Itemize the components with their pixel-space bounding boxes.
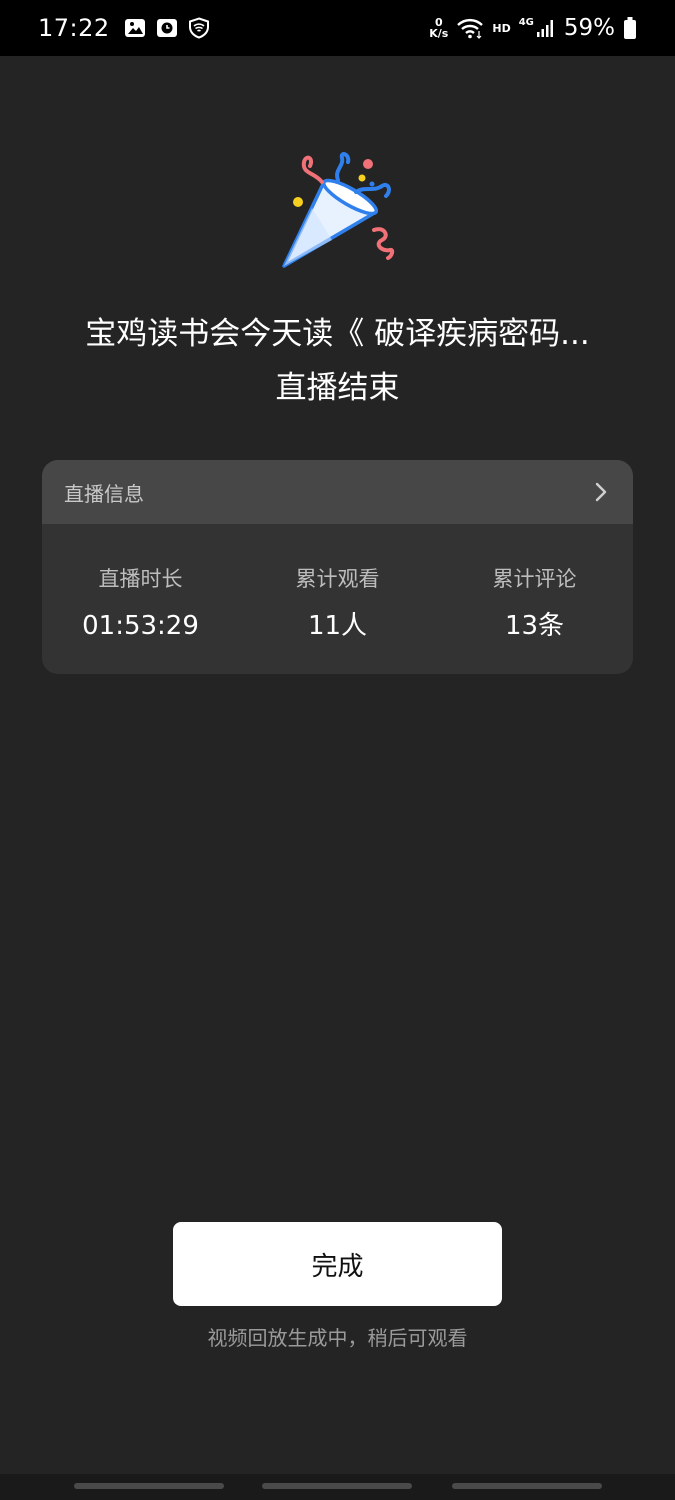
network-speed: 0 K/s bbox=[429, 17, 448, 39]
hd-indicator: HD bbox=[492, 21, 511, 35]
network-speed-unit: K/s bbox=[429, 27, 449, 40]
live-title: 宝鸡读书会今天读《 破译疾病密码... bbox=[85, 316, 590, 352]
stat-value: 01:53:29 bbox=[82, 611, 199, 641]
live-info-header[interactable]: 直播信息 bbox=[42, 460, 633, 524]
stat-duration: 直播时长 01:53:29 bbox=[42, 564, 239, 644]
stat-label: 累计评论 bbox=[492, 567, 577, 591]
nav-home-button[interactable] bbox=[262, 1483, 412, 1489]
signal-icon bbox=[536, 20, 553, 37]
stat-value: 11人 bbox=[307, 611, 368, 641]
live-info-label: 直播信息 bbox=[64, 481, 144, 506]
status-bar-right: 0 K/s HD 4G 59% bbox=[429, 15, 637, 41]
live-status: 直播结束 bbox=[275, 370, 400, 406]
nav-back-button[interactable] bbox=[452, 1483, 602, 1489]
done-button[interactable]: 完成 bbox=[173, 1222, 502, 1306]
wifi-icon bbox=[457, 18, 484, 39]
chevron-right-icon bbox=[595, 482, 607, 502]
live-stats: 直播时长 01:53:29 累计观看 11人 累计评论 13条 bbox=[42, 564, 633, 644]
status-bar: 17:22 0 K/s HD 4G 59% bbox=[0, 0, 675, 56]
battery-icon bbox=[624, 17, 636, 39]
replay-hint: 视频回放生成中，稍后可观看 bbox=[207, 1326, 468, 1350]
live-ended-screen: 17:22 0 K/s HD 4G 59% 宝鸡读书会今天读《 破译疾病密码..… bbox=[0, 0, 675, 1500]
stat-value: 13条 bbox=[504, 611, 565, 641]
stat-viewers: 累计观看 11人 bbox=[239, 564, 436, 644]
nav-recents-button[interactable] bbox=[74, 1483, 224, 1489]
gallery-icon bbox=[124, 19, 145, 37]
live-info-card: 直播信息 直播时长 01:53:29 累计观看 11人 累计评论 13条 bbox=[42, 460, 633, 674]
clock-app-icon bbox=[156, 19, 177, 37]
navigation-bar bbox=[0, 1474, 675, 1500]
stat-label: 直播时长 bbox=[98, 567, 183, 591]
shield-icon bbox=[188, 17, 209, 39]
stat-comments: 累计评论 13条 bbox=[436, 564, 633, 644]
status-time: 17:22 bbox=[38, 14, 110, 42]
stat-label: 累计观看 bbox=[295, 567, 380, 591]
status-bar-left: 17:22 bbox=[38, 14, 210, 42]
network-type: 4G bbox=[518, 16, 534, 28]
battery-percent: 59% bbox=[563, 15, 615, 41]
party-popper-icon bbox=[282, 152, 395, 268]
